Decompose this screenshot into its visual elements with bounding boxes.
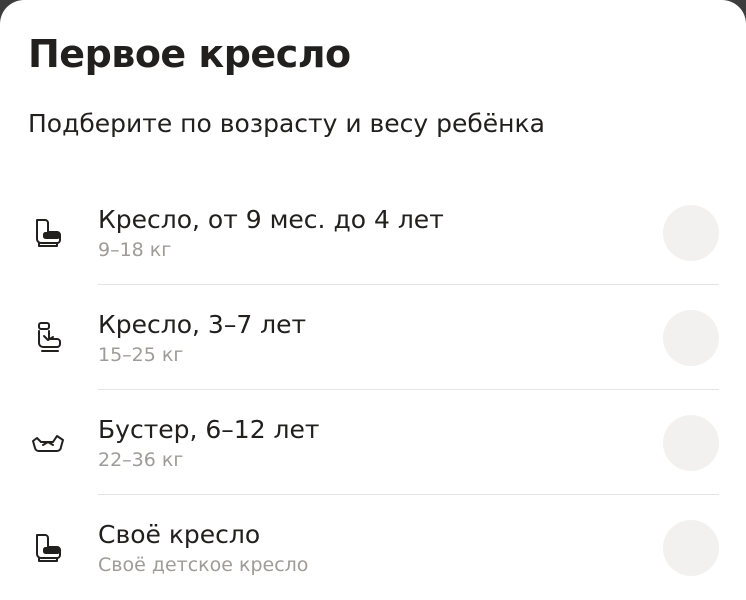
option-label: Кресло, от 9 мес. до 4 лет <box>98 205 444 234</box>
booster-icon <box>30 425 66 461</box>
car-seat-icon <box>30 215 66 251</box>
sheet-subtitle: Подберите по возрасту и весу ребёнка <box>28 109 545 138</box>
seat-option-9m-4y[interactable]: Кресло, от 9 мес. до 4 лет 9–18 кг <box>0 180 746 285</box>
option-radio[interactable] <box>663 520 719 576</box>
option-sublabel: 22–36 кг <box>98 449 184 471</box>
seat-option-booster[interactable]: Бустер, 6–12 лет 22–36 кг <box>0 390 746 495</box>
seat-option-own[interactable]: Своё кресло Своё детское кресло <box>0 495 746 600</box>
option-sublabel: 9–18 кг <box>98 239 172 261</box>
option-radio[interactable] <box>663 415 719 471</box>
seat-option-3-7y[interactable]: Кресло, 3–7 лет 15–25 кг <box>0 285 746 390</box>
bottom-sheet: Первое кресло Подберите по возрасту и ве… <box>0 0 746 600</box>
option-sublabel: 15–25 кг <box>98 344 184 366</box>
sheet-title: Первое кресло <box>28 32 351 76</box>
own-seat-icon <box>30 530 66 566</box>
option-label: Бустер, 6–12 лет <box>98 415 320 444</box>
option-label: Своё кресло <box>98 520 261 549</box>
option-label: Кресло, 3–7 лет <box>98 310 307 339</box>
seat-options-list: Кресло, от 9 мес. до 4 лет 9–18 кг Кресл… <box>0 180 746 600</box>
child-seat-icon <box>30 320 66 356</box>
option-radio[interactable] <box>663 310 719 366</box>
option-sublabel: Своё детское кресло <box>98 554 309 576</box>
option-radio[interactable] <box>663 205 719 261</box>
